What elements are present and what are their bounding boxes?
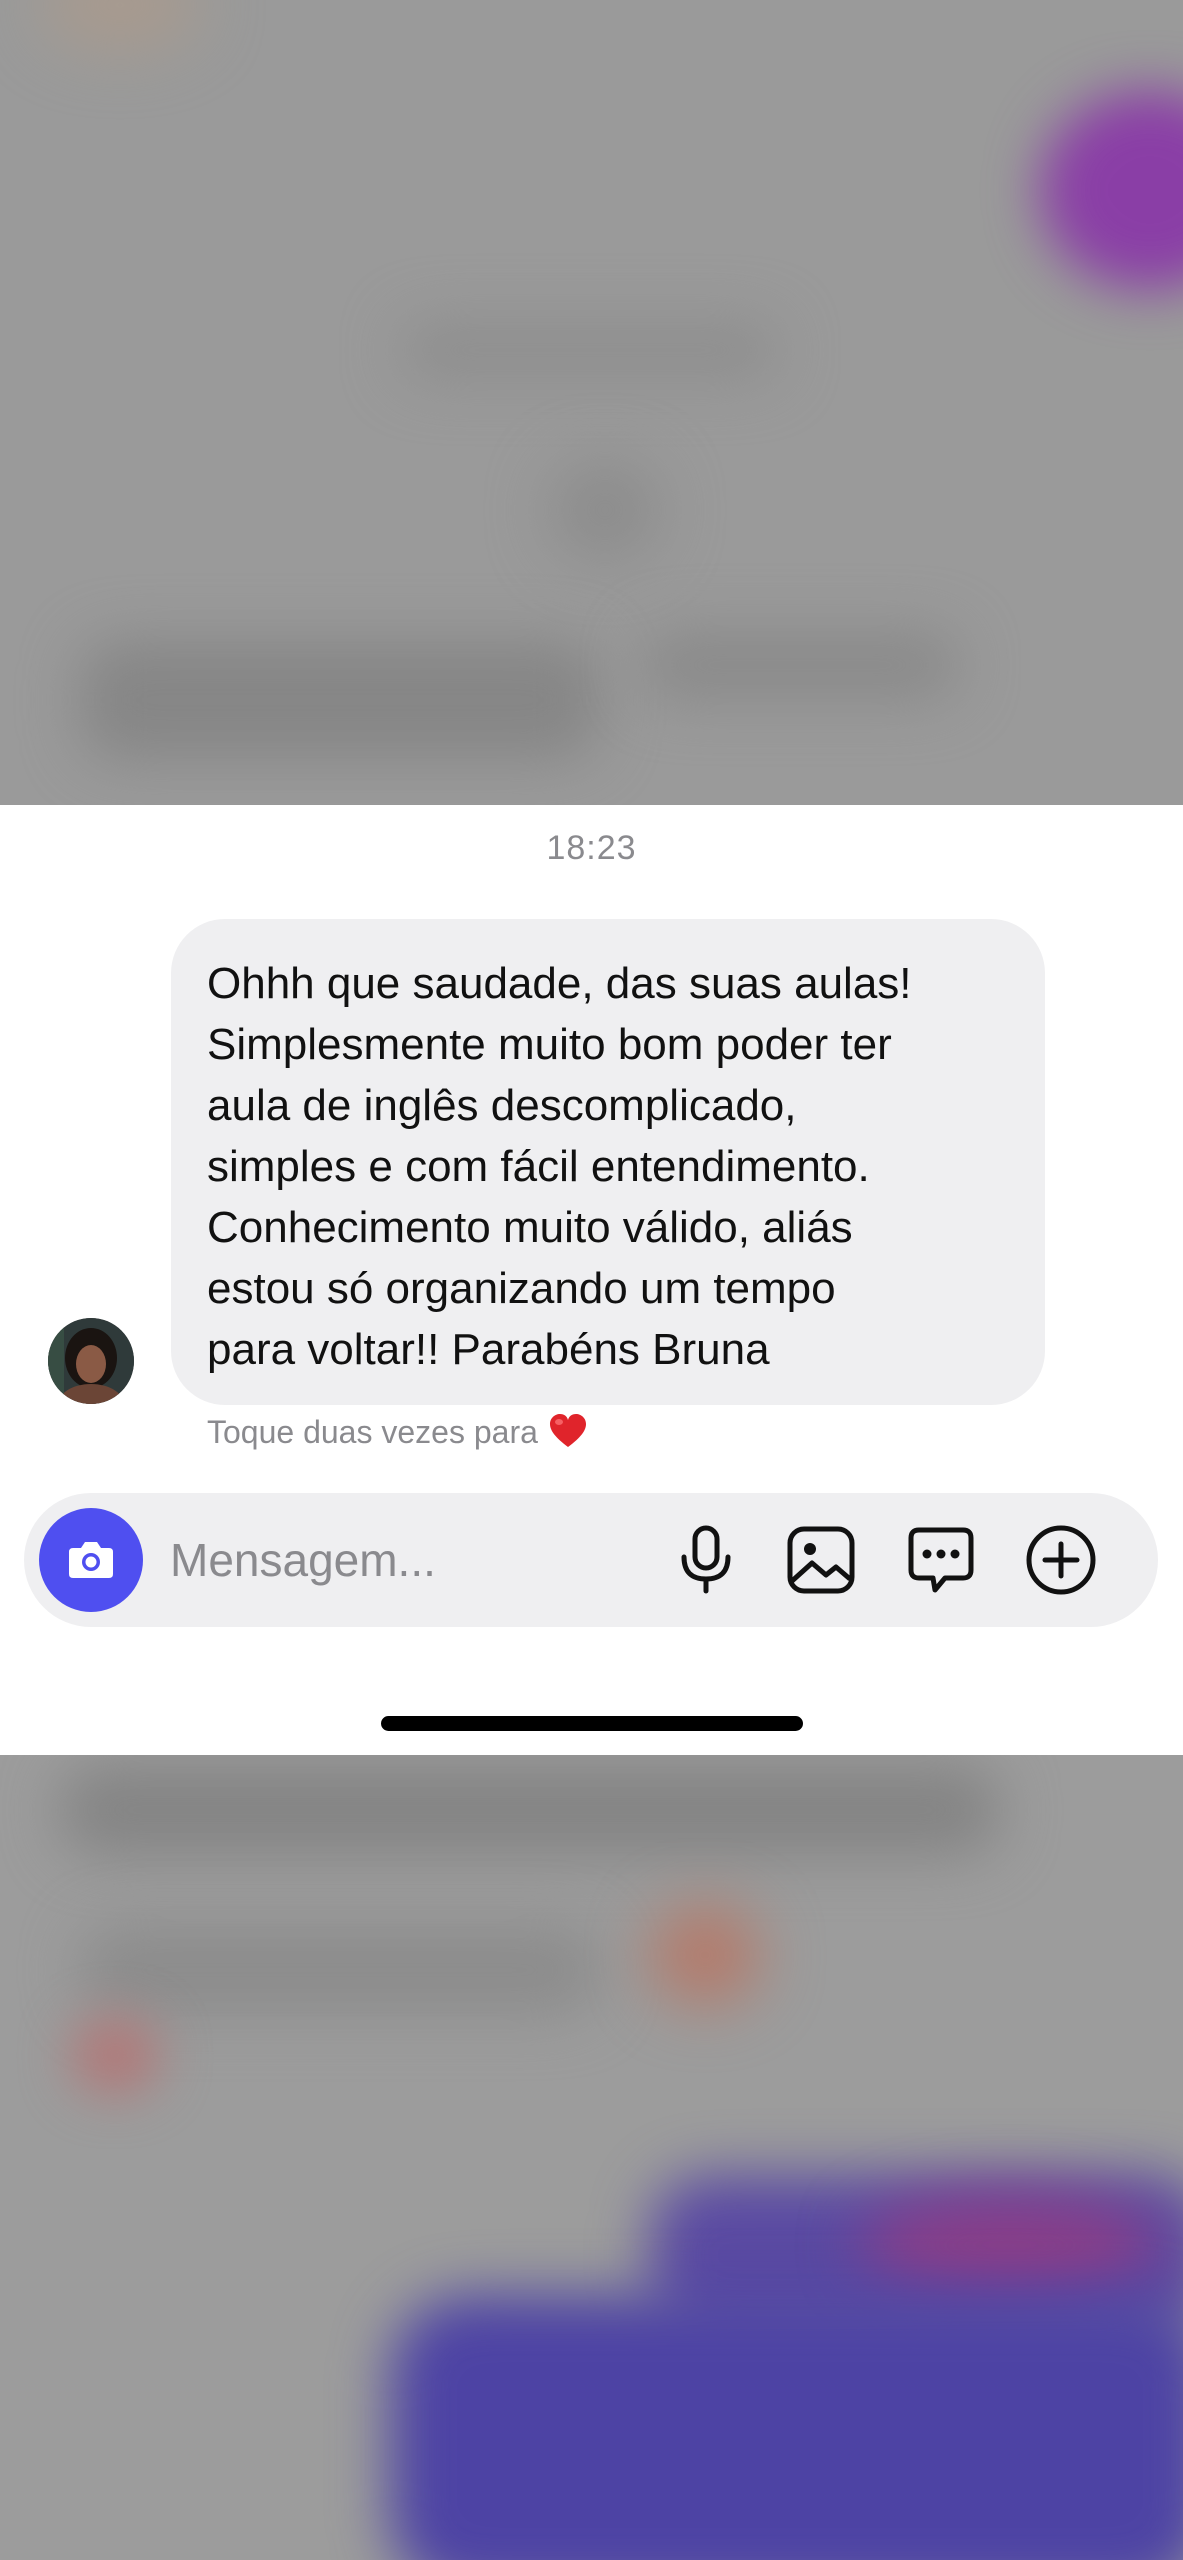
- reaction-hint-text: Toque duas vezes para: [207, 1413, 538, 1450]
- avatar[interactable]: [48, 1318, 134, 1404]
- blurred-magenta-shape: [860, 2195, 1160, 2295]
- blurred-background-bottom: [0, 1755, 1183, 2560]
- blurred-shape: [40, 0, 200, 50]
- blurred-shape: [550, 460, 660, 560]
- sticker-chat-button[interactable]: [904, 1523, 978, 1597]
- message-text: Ohhh que saudade, das suas aulas! Simple…: [207, 959, 912, 1374]
- microphone-icon: [681, 1525, 731, 1594]
- blurred-purple-shape: [1040, 90, 1183, 290]
- blurred-shape: [70, 2015, 160, 2095]
- reaction-hint: Toque duas vezes para: [207, 1412, 588, 1452]
- more-options-button[interactable]: [1024, 1523, 1098, 1597]
- chat-panel: 18:23 Ohhh que saudade, das suas aulas! …: [0, 805, 1183, 1755]
- blurred-shape: [60, 1765, 1000, 1855]
- gallery-icon: [787, 1526, 855, 1594]
- blurred-shape: [80, 640, 600, 760]
- camera-icon: [69, 1542, 113, 1578]
- blurred-shape: [80, 1925, 600, 2015]
- avatar-photo: [48, 1318, 134, 1404]
- message-timestamp: 18:23: [546, 829, 637, 867]
- screen: 18:23 Ohhh que saudade, das suas aulas! …: [0, 0, 1183, 2560]
- gallery-button[interactable]: [784, 1523, 858, 1597]
- camera-button[interactable]: [39, 1508, 143, 1612]
- plus-circle-icon: [1026, 1525, 1096, 1595]
- message-composer: [24, 1493, 1158, 1627]
- blurred-purple-shape: [390, 2295, 1183, 2560]
- blurred-shape: [400, 320, 780, 380]
- microphone-button[interactable]: [669, 1523, 743, 1597]
- message-input[interactable]: [170, 1523, 650, 1597]
- message-bubble[interactable]: Ohhh que saudade, das suas aulas! Simple…: [171, 919, 1045, 1405]
- heart-icon: [549, 1414, 586, 1447]
- blurred-background-top: [0, 0, 1183, 805]
- chat-bubble-icon: [908, 1527, 974, 1593]
- home-indicator[interactable]: [381, 1716, 803, 1731]
- blurred-shape: [650, 1905, 760, 2005]
- blurred-shape: [640, 630, 960, 700]
